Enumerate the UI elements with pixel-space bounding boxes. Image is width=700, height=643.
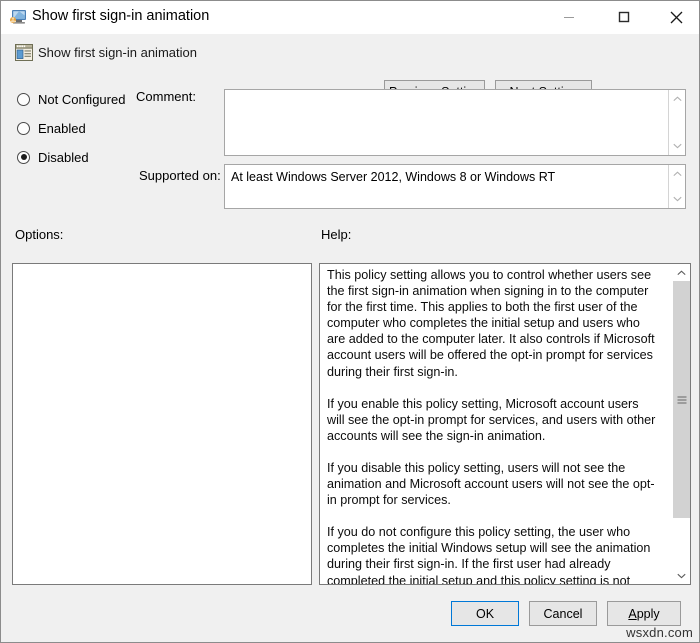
watermark: wsxdn.com	[626, 625, 693, 640]
help-scroll-down-icon[interactable]	[673, 567, 690, 584]
help-panel[interactable]: This policy setting allows you to contro…	[319, 263, 691, 585]
help-scrollbar[interactable]	[673, 264, 690, 584]
supported-scroll-down-icon[interactable]	[669, 191, 685, 207]
options-label: Options:	[15, 227, 63, 242]
computer-monitor-icon	[9, 9, 27, 25]
radio-enabled[interactable]: Enabled	[17, 119, 86, 137]
comment-input[interactable]	[224, 89, 686, 156]
cancel-button[interactable]: Cancel	[529, 601, 597, 626]
comment-scroll-up-icon[interactable]	[669, 91, 685, 107]
help-paragraph: If you do not configure this policy sett…	[327, 524, 657, 585]
supported-on-label: Supported on:	[139, 168, 221, 183]
ok-button-label: OK	[476, 607, 494, 621]
supported-on-value: At least Windows Server 2012, Windows 8 …	[231, 169, 663, 185]
apply-button-accel: A	[628, 607, 636, 621]
supported-on-input[interactable]: At least Windows Server 2012, Windows 8 …	[224, 164, 686, 209]
supported-on-scrollbar[interactable]	[668, 165, 685, 208]
setting-name-label: Show first sign-in animation	[38, 45, 197, 60]
comment-label: Comment:	[136, 89, 196, 104]
apply-button[interactable]: Apply	[607, 601, 681, 626]
apply-button-label: pply	[637, 607, 660, 621]
window-title: Show first sign-in animation	[32, 8, 209, 24]
ok-button[interactable]: OK	[451, 601, 519, 626]
radio-not-configured[interactable]: Not Configured	[17, 90, 125, 108]
radio-disabled-mark	[17, 151, 30, 164]
radio-not-configured-label: Not Configured	[38, 92, 125, 107]
help-text: This policy setting allows you to contro…	[327, 267, 657, 585]
radio-disabled[interactable]: Disabled	[17, 148, 89, 166]
minimize-button[interactable]	[546, 1, 592, 33]
help-scroll-grip-icon	[677, 396, 686, 403]
help-scroll-track[interactable]	[673, 281, 690, 567]
cancel-button-label: Cancel	[544, 607, 583, 621]
options-panel[interactable]	[12, 263, 312, 585]
comment-scrollbar[interactable]	[668, 90, 685, 155]
group-policy-setting-dialog: Show first sign-in animation	[0, 0, 700, 643]
help-label: Help:	[321, 227, 351, 242]
maximize-button[interactable]	[601, 1, 647, 33]
help-paragraph: If you disable this policy setting, user…	[327, 460, 657, 508]
supported-scroll-up-icon[interactable]	[669, 166, 685, 182]
help-scroll-up-icon[interactable]	[673, 264, 690, 281]
radio-not-configured-mark	[17, 93, 30, 106]
help-scroll-thumb[interactable]	[673, 281, 690, 518]
radio-enabled-label: Enabled	[38, 121, 86, 136]
title-bar: Show first sign-in animation	[1, 1, 700, 35]
policy-setting-icon	[15, 44, 33, 61]
setting-header: Show first sign-in animation Previous Se…	[1, 34, 700, 79]
help-paragraph: If you enable this policy setting, Micro…	[327, 396, 657, 444]
radio-disabled-label: Disabled	[38, 150, 89, 165]
radio-enabled-mark	[17, 122, 30, 135]
help-paragraph: This policy setting allows you to contro…	[327, 267, 657, 380]
comment-scroll-down-icon[interactable]	[669, 138, 685, 154]
close-button[interactable]	[653, 1, 699, 33]
